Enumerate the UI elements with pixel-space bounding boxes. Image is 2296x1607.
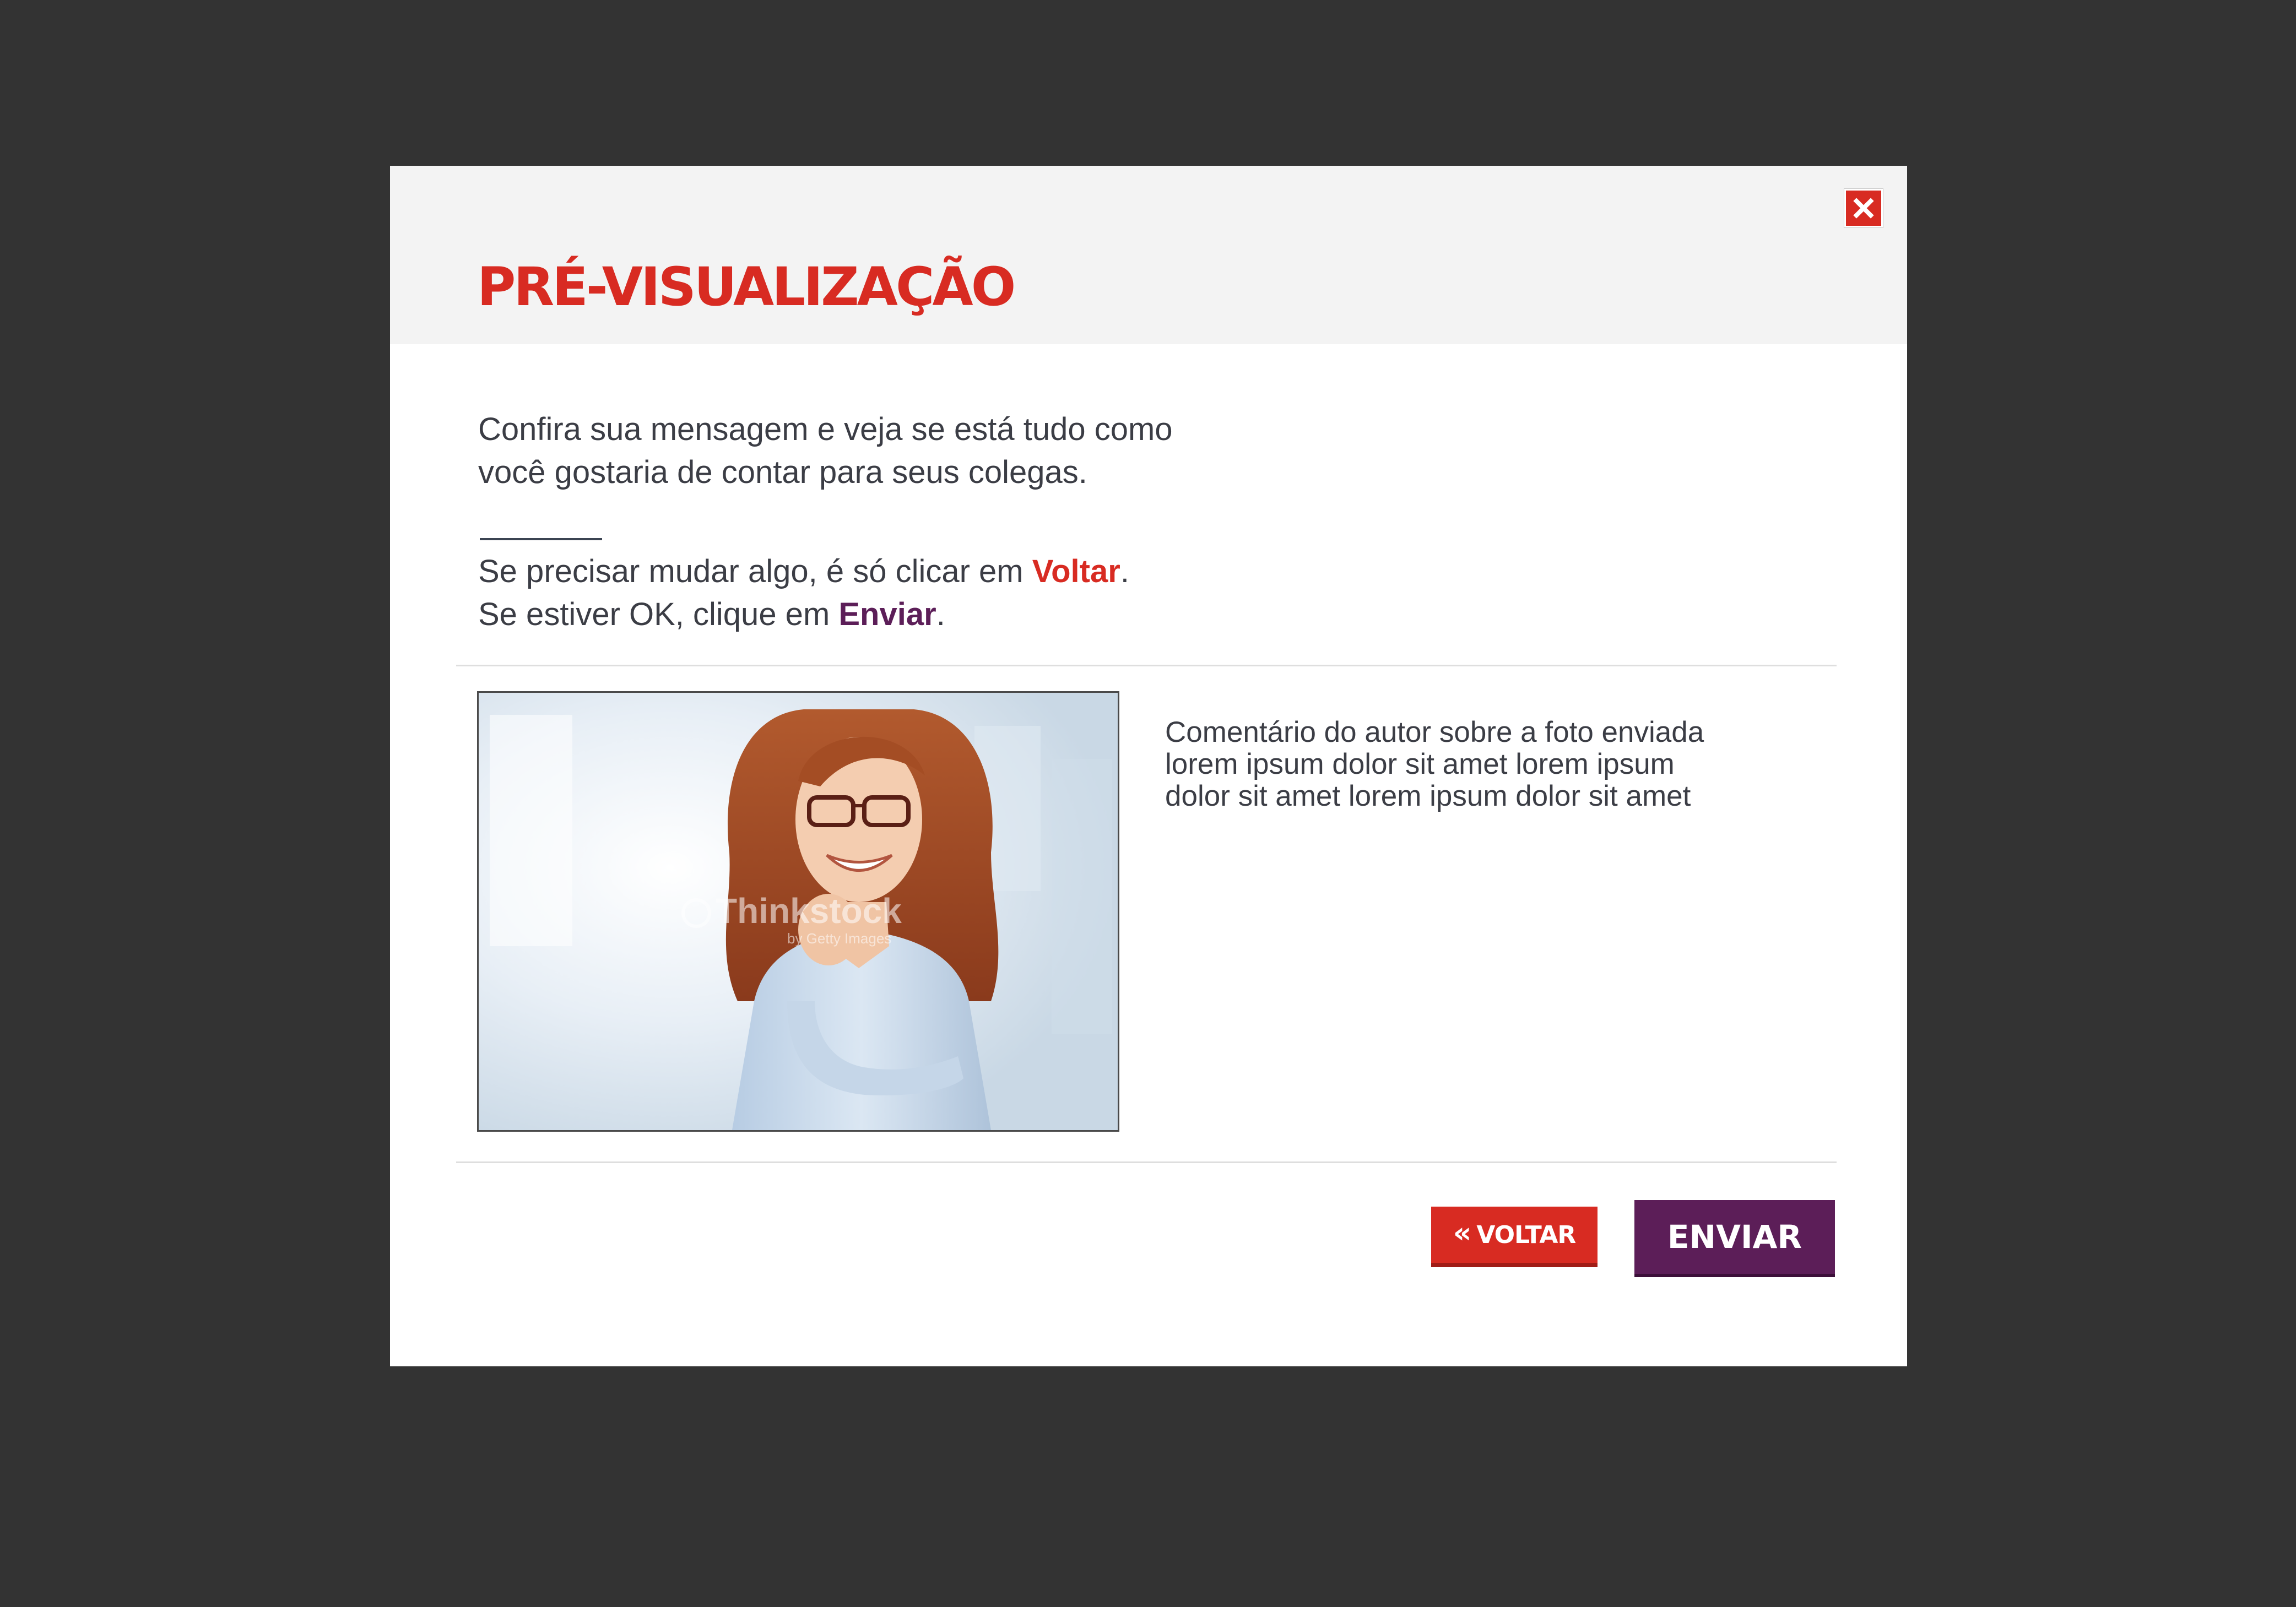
intro-line-1: Confira sua mensagem e veja se está tudo… <box>478 411 1173 447</box>
modal-header: PRÉ-VISUALIZAÇÃO <box>390 166 1907 344</box>
close-icon <box>1853 198 1874 219</box>
comment-line-1: Comentário do autor sobre a foto enviada <box>1165 716 1704 748</box>
preview-modal: PRÉ-VISUALIZAÇÃO Confira sua mensagem e … <box>390 166 1907 1366</box>
double-chevron-left-icon: « <box>1453 1217 1472 1250</box>
back-button[interactable]: « VOLTAR <box>1431 1207 1598 1267</box>
send-button-label: ENVIAR <box>1667 1218 1802 1256</box>
instruction-send: Se estiver OK, clique em Enviar. <box>478 593 1129 636</box>
comment-line-2: lorem ipsum dolor sit amet lorem ipsum <box>1165 748 1675 780</box>
photo-illustration: Thinkstock by Getty Images <box>479 693 1118 1130</box>
photo-comment: Comentário do autor sobre a foto enviada… <box>1165 716 1771 812</box>
keyword-voltar: Voltar <box>1032 553 1120 589</box>
instruction-back-prefix: Se precisar mudar algo, é só clicar em <box>478 553 1032 589</box>
instruction-send-suffix: . <box>936 596 945 632</box>
comment-line-3: dolor sit amet lorem ipsum dolor sit ame… <box>1165 780 1691 812</box>
intro-text: Confira sua mensagem e veja se está tudo… <box>478 408 1173 494</box>
instruction-back-suffix: . <box>1120 553 1129 589</box>
watermark-text: Thinkstock <box>716 891 902 931</box>
back-button-label: VOLTAR <box>1476 1220 1576 1249</box>
send-button[interactable]: ENVIAR <box>1634 1200 1835 1277</box>
short-separator <box>480 538 602 540</box>
instruction-send-prefix: Se estiver OK, clique em <box>478 596 839 632</box>
modal-title: PRÉ-VISUALIZAÇÃO <box>477 256 1016 318</box>
watermark-subtext: by Getty Images <box>787 930 891 947</box>
uploaded-photo: Thinkstock by Getty Images <box>477 691 1119 1132</box>
divider-top <box>456 665 1837 666</box>
instructions: Se precisar mudar algo, é só clicar em V… <box>478 550 1129 636</box>
keyword-enviar: Enviar <box>838 596 936 632</box>
instruction-back: Se precisar mudar algo, é só clicar em V… <box>478 550 1129 593</box>
intro-line-2: você gostaria de contar para seus colega… <box>478 454 1087 490</box>
divider-bottom <box>456 1161 1837 1163</box>
close-button[interactable] <box>1844 189 1883 227</box>
